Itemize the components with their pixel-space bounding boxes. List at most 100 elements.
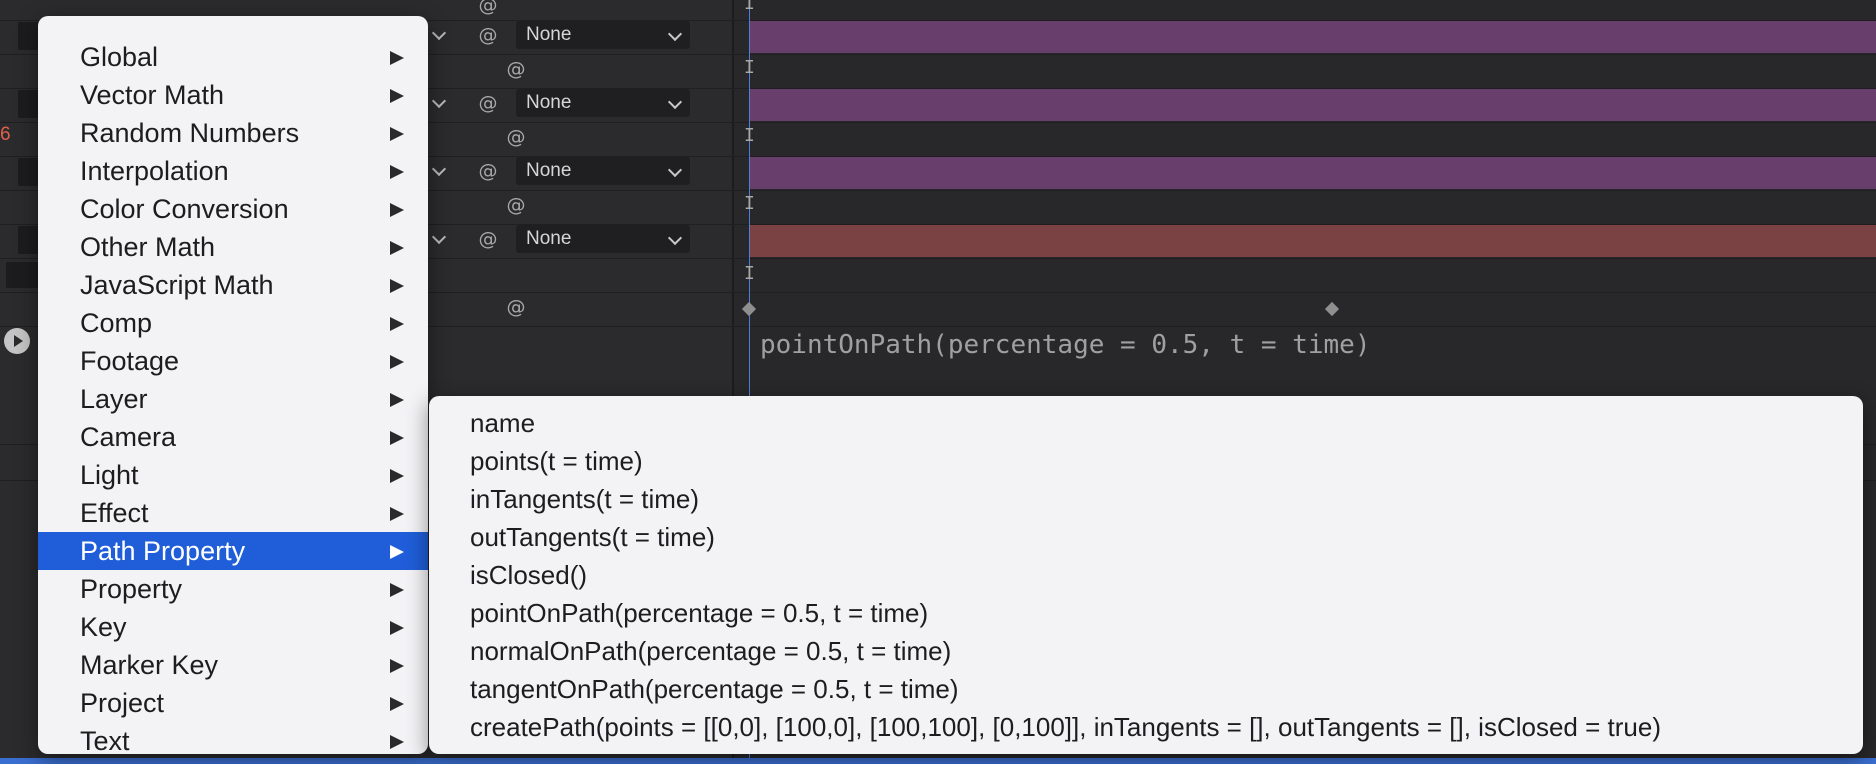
pick-whip-icon[interactable]: @	[505, 126, 527, 148]
menu-item-global[interactable]: Global	[38, 38, 428, 76]
menu-item-camera[interactable]: Camera	[38, 418, 428, 456]
pick-whip-icon[interactable]: @	[505, 296, 527, 318]
menu-item-list: Global Vector Math Random Numbers Interpola…	[38, 38, 428, 760]
expression-text[interactable]: pointOnPath(percentage = 0.5, t = time)	[760, 330, 1370, 360]
menu-item-footage[interactable]: Footage	[38, 342, 428, 380]
pick-whip-icon[interactable]: @	[477, 0, 499, 16]
parent-link-dropdown[interactable]: None	[516, 21, 690, 49]
submenu-item[interactable]: tangentOnPath(percentage = 0.5, t = time…	[429, 670, 1863, 708]
submenu-item[interactable]: points(t = time)	[429, 442, 1863, 480]
chevron-down-icon	[667, 94, 683, 110]
layer-swatch[interactable]	[6, 262, 40, 288]
dropdown-value: None	[526, 92, 572, 113]
dropdown-value: None	[526, 228, 572, 249]
menu-item-label: Key	[80, 612, 127, 642]
menu-item-marker-key[interactable]: Marker Key	[38, 646, 428, 684]
submenu-item[interactable]: inTangents(t = time)	[429, 480, 1863, 518]
submenu-arrow-icon	[390, 355, 404, 369]
expression-graph-toggle-icon[interactable]	[4, 328, 30, 354]
menu-item-label: Footage	[80, 346, 180, 376]
menu-item-label: Vector Math	[80, 80, 225, 110]
submenu-item-list: name points(t = time) inTangents(t = time)…	[429, 404, 1863, 746]
submenu-item[interactable]: name	[429, 404, 1863, 442]
menu-item-label: Other Math	[80, 232, 216, 262]
submenu-arrow-icon	[390, 735, 404, 749]
submenu-arrow-icon	[390, 165, 404, 179]
submenu-arrow-icon	[390, 279, 404, 293]
menu-item-effect[interactable]: Effect	[38, 494, 428, 532]
submenu-arrow-icon	[390, 241, 404, 255]
menu-item-other-math[interactable]: Other Math	[38, 228, 428, 266]
menu-item-label: Property	[80, 574, 183, 604]
submenu-arrow-icon	[390, 431, 404, 445]
ibeam-marker-icon: I	[744, 125, 755, 146]
menu-item-label: Random Numbers	[80, 118, 300, 148]
menu-item-label: Layer	[80, 384, 148, 414]
layer-bar[interactable]	[750, 225, 1876, 257]
expression-language-menu: Global Vector Math Random Numbers Interpola…	[38, 16, 428, 756]
dropdown-value: None	[526, 24, 572, 45]
menu-item-layer[interactable]: Layer	[38, 380, 428, 418]
pick-whip-icon[interactable]: @	[505, 58, 527, 80]
ibeam-marker-icon: I	[744, 57, 755, 78]
menu-item-path-property[interactable]: Path Property	[38, 532, 428, 570]
menu-item-label: Text	[80, 726, 130, 756]
submenu-item[interactable]: pointOnPath(percentage = 0.5, t = time)	[429, 594, 1863, 632]
chevron-down-icon	[667, 230, 683, 246]
pick-whip-icon[interactable]: @	[505, 194, 527, 216]
submenu-arrow-icon	[390, 127, 404, 141]
menu-item-interpolation[interactable]: Interpolation	[38, 152, 428, 190]
menu-item-color-conversion[interactable]: Color Conversion	[38, 190, 428, 228]
submenu-arrow-icon	[390, 507, 404, 521]
pick-whip-icon[interactable]: @	[477, 24, 499, 46]
menu-item-comp[interactable]: Comp	[38, 304, 428, 342]
menu-item-label: Camera	[80, 422, 177, 452]
ibeam-marker-icon: I	[744, 193, 755, 214]
submenu-arrow-icon	[390, 469, 404, 483]
menu-item-javascript-math[interactable]: JavaScript Math	[38, 266, 428, 304]
parent-link-dropdown[interactable]: None	[516, 89, 690, 117]
parent-link-dropdown[interactable]: None	[516, 157, 690, 185]
menu-item-property[interactable]: Property	[38, 570, 428, 608]
menu-item-vector-math[interactable]: Vector Math	[38, 76, 428, 114]
layer-swatch[interactable]	[18, 22, 40, 50]
submenu-item[interactable]: createPath(points = [[0,0], [100,0], [10…	[429, 708, 1863, 746]
menu-item-label: Comp	[80, 308, 153, 338]
submenu-item[interactable]: normalOnPath(percentage = 0.5, t = time)	[429, 632, 1863, 670]
layer-bar[interactable]	[750, 157, 1876, 189]
layer-swatch[interactable]	[18, 90, 40, 118]
submenu-item[interactable]: isClosed()	[429, 556, 1863, 594]
menu-item-random-numbers[interactable]: Random Numbers	[38, 114, 428, 152]
submenu-arrow-icon	[390, 621, 404, 635]
submenu-arrow-icon	[390, 203, 404, 217]
submenu-arrow-icon	[390, 51, 404, 65]
parent-link-dropdown[interactable]: None	[516, 225, 690, 253]
path-property-submenu: name points(t = time) inTangents(t = time)…	[429, 396, 1863, 754]
menu-item-label: JavaScript Math	[80, 270, 274, 300]
menu-item-label: Project	[80, 688, 165, 718]
layer-bar[interactable]	[750, 21, 1876, 53]
submenu-arrow-icon	[390, 545, 404, 559]
pick-whip-icon[interactable]: @	[477, 92, 499, 114]
layer-swatch[interactable]	[18, 158, 40, 186]
layer-bar[interactable]	[750, 89, 1876, 121]
menu-item-label: Marker Key	[80, 650, 219, 680]
menu-item-text[interactable]: Text	[38, 722, 428, 760]
pick-whip-icon[interactable]: @	[477, 228, 499, 250]
menu-item-label: Global	[80, 42, 159, 72]
ibeam-marker-icon: I	[744, 0, 755, 14]
ibeam-marker-icon: I	[744, 263, 755, 284]
layer-swatch[interactable]	[18, 226, 40, 254]
submenu-arrow-icon	[390, 659, 404, 673]
menu-item-light[interactable]: Light	[38, 456, 428, 494]
menu-item-project[interactable]: Project	[38, 684, 428, 722]
menu-item-label: Color Conversion	[80, 194, 289, 224]
submenu-item[interactable]: outTangents(t = time)	[429, 518, 1863, 556]
pick-whip-icon[interactable]: @	[477, 160, 499, 182]
dropdown-value: None	[526, 160, 572, 181]
property-value-text[interactable]: 6	[0, 124, 11, 146]
submenu-arrow-icon	[390, 393, 404, 407]
menu-item-key[interactable]: Key	[38, 608, 428, 646]
submenu-arrow-icon	[390, 697, 404, 711]
menu-item-label: Path Property	[80, 536, 246, 566]
